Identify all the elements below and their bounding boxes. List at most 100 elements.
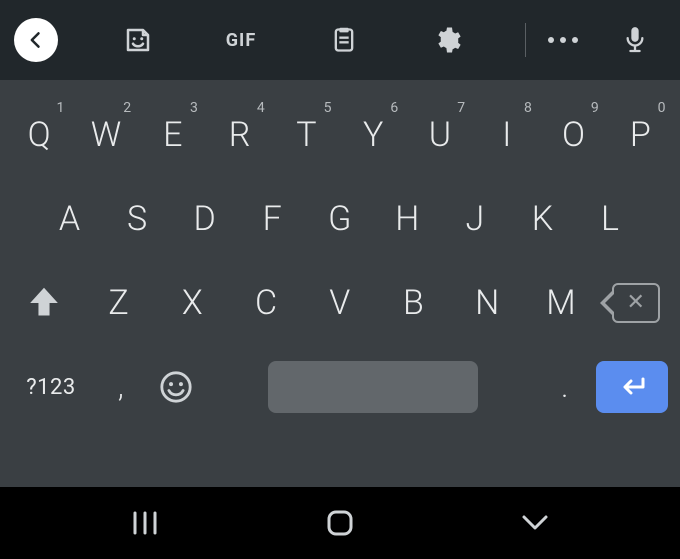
clipboard-button[interactable] (313, 9, 375, 71)
key-a[interactable]: A (36, 182, 104, 256)
key-t[interactable]: 5T (273, 98, 340, 172)
more-button[interactable] (532, 9, 594, 71)
key-hint: 3 (190, 100, 198, 116)
key-label: S (127, 199, 148, 239)
period-key[interactable]: . (540, 350, 590, 424)
key-o[interactable]: 9O (540, 98, 607, 172)
key-row-2: A S D F G H J K L (6, 182, 674, 256)
key-label: O (562, 115, 586, 155)
key-z[interactable]: Z (82, 266, 156, 340)
shift-icon (27, 285, 61, 321)
key-label: X (182, 283, 203, 323)
key-row-4: ?123 , . (6, 350, 674, 424)
key-hint: 8 (524, 100, 532, 116)
nav-back[interactable] (485, 498, 585, 548)
key-hint: 0 (658, 100, 666, 116)
gif-label: GIF (226, 30, 256, 51)
key-label: M (546, 283, 576, 323)
nav-home[interactable] (290, 498, 390, 548)
key-hint: 7 (457, 100, 465, 116)
key-label: Q (28, 115, 52, 155)
key-r[interactable]: 4R (206, 98, 273, 172)
key-h[interactable]: H (374, 182, 442, 256)
key-row-1: 1Q 2W 3E 4R 5T 6Y 7U 8I 9O 0P (6, 98, 674, 172)
key-d[interactable]: D (171, 182, 239, 256)
key-w[interactable]: 2W (73, 98, 140, 172)
chevron-down-icon (520, 513, 550, 533)
recents-icon (130, 511, 160, 535)
key-hint: 1 (56, 100, 64, 116)
key-l[interactable]: L (576, 182, 644, 256)
nav-recents[interactable] (95, 498, 195, 548)
key-s[interactable]: S (104, 182, 172, 256)
key-label: T (296, 115, 317, 155)
settings-button[interactable] (416, 9, 478, 71)
key-n[interactable]: N (451, 266, 525, 340)
key-label: L (601, 199, 619, 239)
keyboard-body: 1Q 2W 3E 4R 5T 6Y 7U 8I 9O 0P A S D F G … (0, 80, 680, 487)
key-hint: 2 (123, 100, 131, 116)
key-label: P (630, 115, 651, 155)
sticker-button[interactable] (107, 9, 169, 71)
key-label: A (59, 199, 81, 239)
key-label: B (403, 283, 424, 323)
shift-key[interactable] (6, 266, 82, 340)
key-f[interactable]: F (239, 182, 307, 256)
key-hint: 4 (257, 100, 265, 116)
key-c[interactable]: C (229, 266, 303, 340)
key-label: Y (363, 115, 384, 155)
gif-button[interactable]: GIF (210, 9, 272, 71)
key-label: D (193, 199, 216, 239)
key-i[interactable]: 8I (474, 98, 541, 172)
toolbar-separator (525, 23, 526, 57)
key-p[interactable]: 0P (607, 98, 674, 172)
key-label: N (475, 283, 500, 323)
system-navigation-bar (0, 487, 680, 559)
key-label: G (328, 199, 352, 239)
key-v[interactable]: V (303, 266, 377, 340)
enter-key[interactable] (590, 350, 674, 424)
key-j[interactable]: J (441, 182, 509, 256)
space-bar (268, 361, 478, 413)
key-label: ?123 (26, 375, 76, 400)
key-label: U (429, 115, 452, 155)
key-label: E (163, 115, 183, 155)
key-hint: 6 (390, 100, 398, 116)
key-g[interactable]: G (306, 182, 374, 256)
home-icon (325, 508, 355, 538)
comma-key[interactable]: , (96, 350, 146, 424)
key-x[interactable]: X (156, 266, 230, 340)
key-label: I (502, 115, 512, 155)
back-button[interactable] (14, 18, 58, 62)
backspace-icon: ✕ (612, 283, 660, 323)
enter-icon (615, 375, 649, 399)
more-horizontal-icon (546, 35, 580, 45)
chevron-left-icon (26, 30, 46, 50)
clipboard-icon (330, 25, 358, 55)
key-hint: 9 (591, 100, 599, 116)
emoji-key[interactable] (146, 350, 206, 424)
key-label: K (532, 199, 554, 239)
backspace-key[interactable]: ✕ (598, 266, 674, 340)
key-label: C (255, 283, 278, 323)
key-label: R (229, 115, 251, 155)
key-e[interactable]: 3E (140, 98, 207, 172)
symbols-key[interactable]: ?123 (6, 350, 96, 424)
key-hint: 5 (324, 100, 332, 116)
enter-button-bg (596, 361, 668, 413)
space-key[interactable] (206, 350, 540, 424)
key-m[interactable]: M (524, 266, 598, 340)
key-label: V (329, 283, 350, 323)
microphone-icon (624, 25, 646, 55)
keyboard-toolbar: GIF (0, 0, 680, 80)
key-u[interactable]: 7U (407, 98, 474, 172)
key-label: J (466, 199, 485, 239)
key-b[interactable]: B (377, 266, 451, 340)
key-q[interactable]: 1Q (6, 98, 73, 172)
voice-input-button[interactable] (604, 9, 666, 71)
key-label: W (91, 115, 122, 155)
key-y[interactable]: 6Y (340, 98, 407, 172)
key-label: , (118, 370, 124, 405)
key-k[interactable]: K (509, 182, 577, 256)
key-label: Z (108, 283, 129, 323)
